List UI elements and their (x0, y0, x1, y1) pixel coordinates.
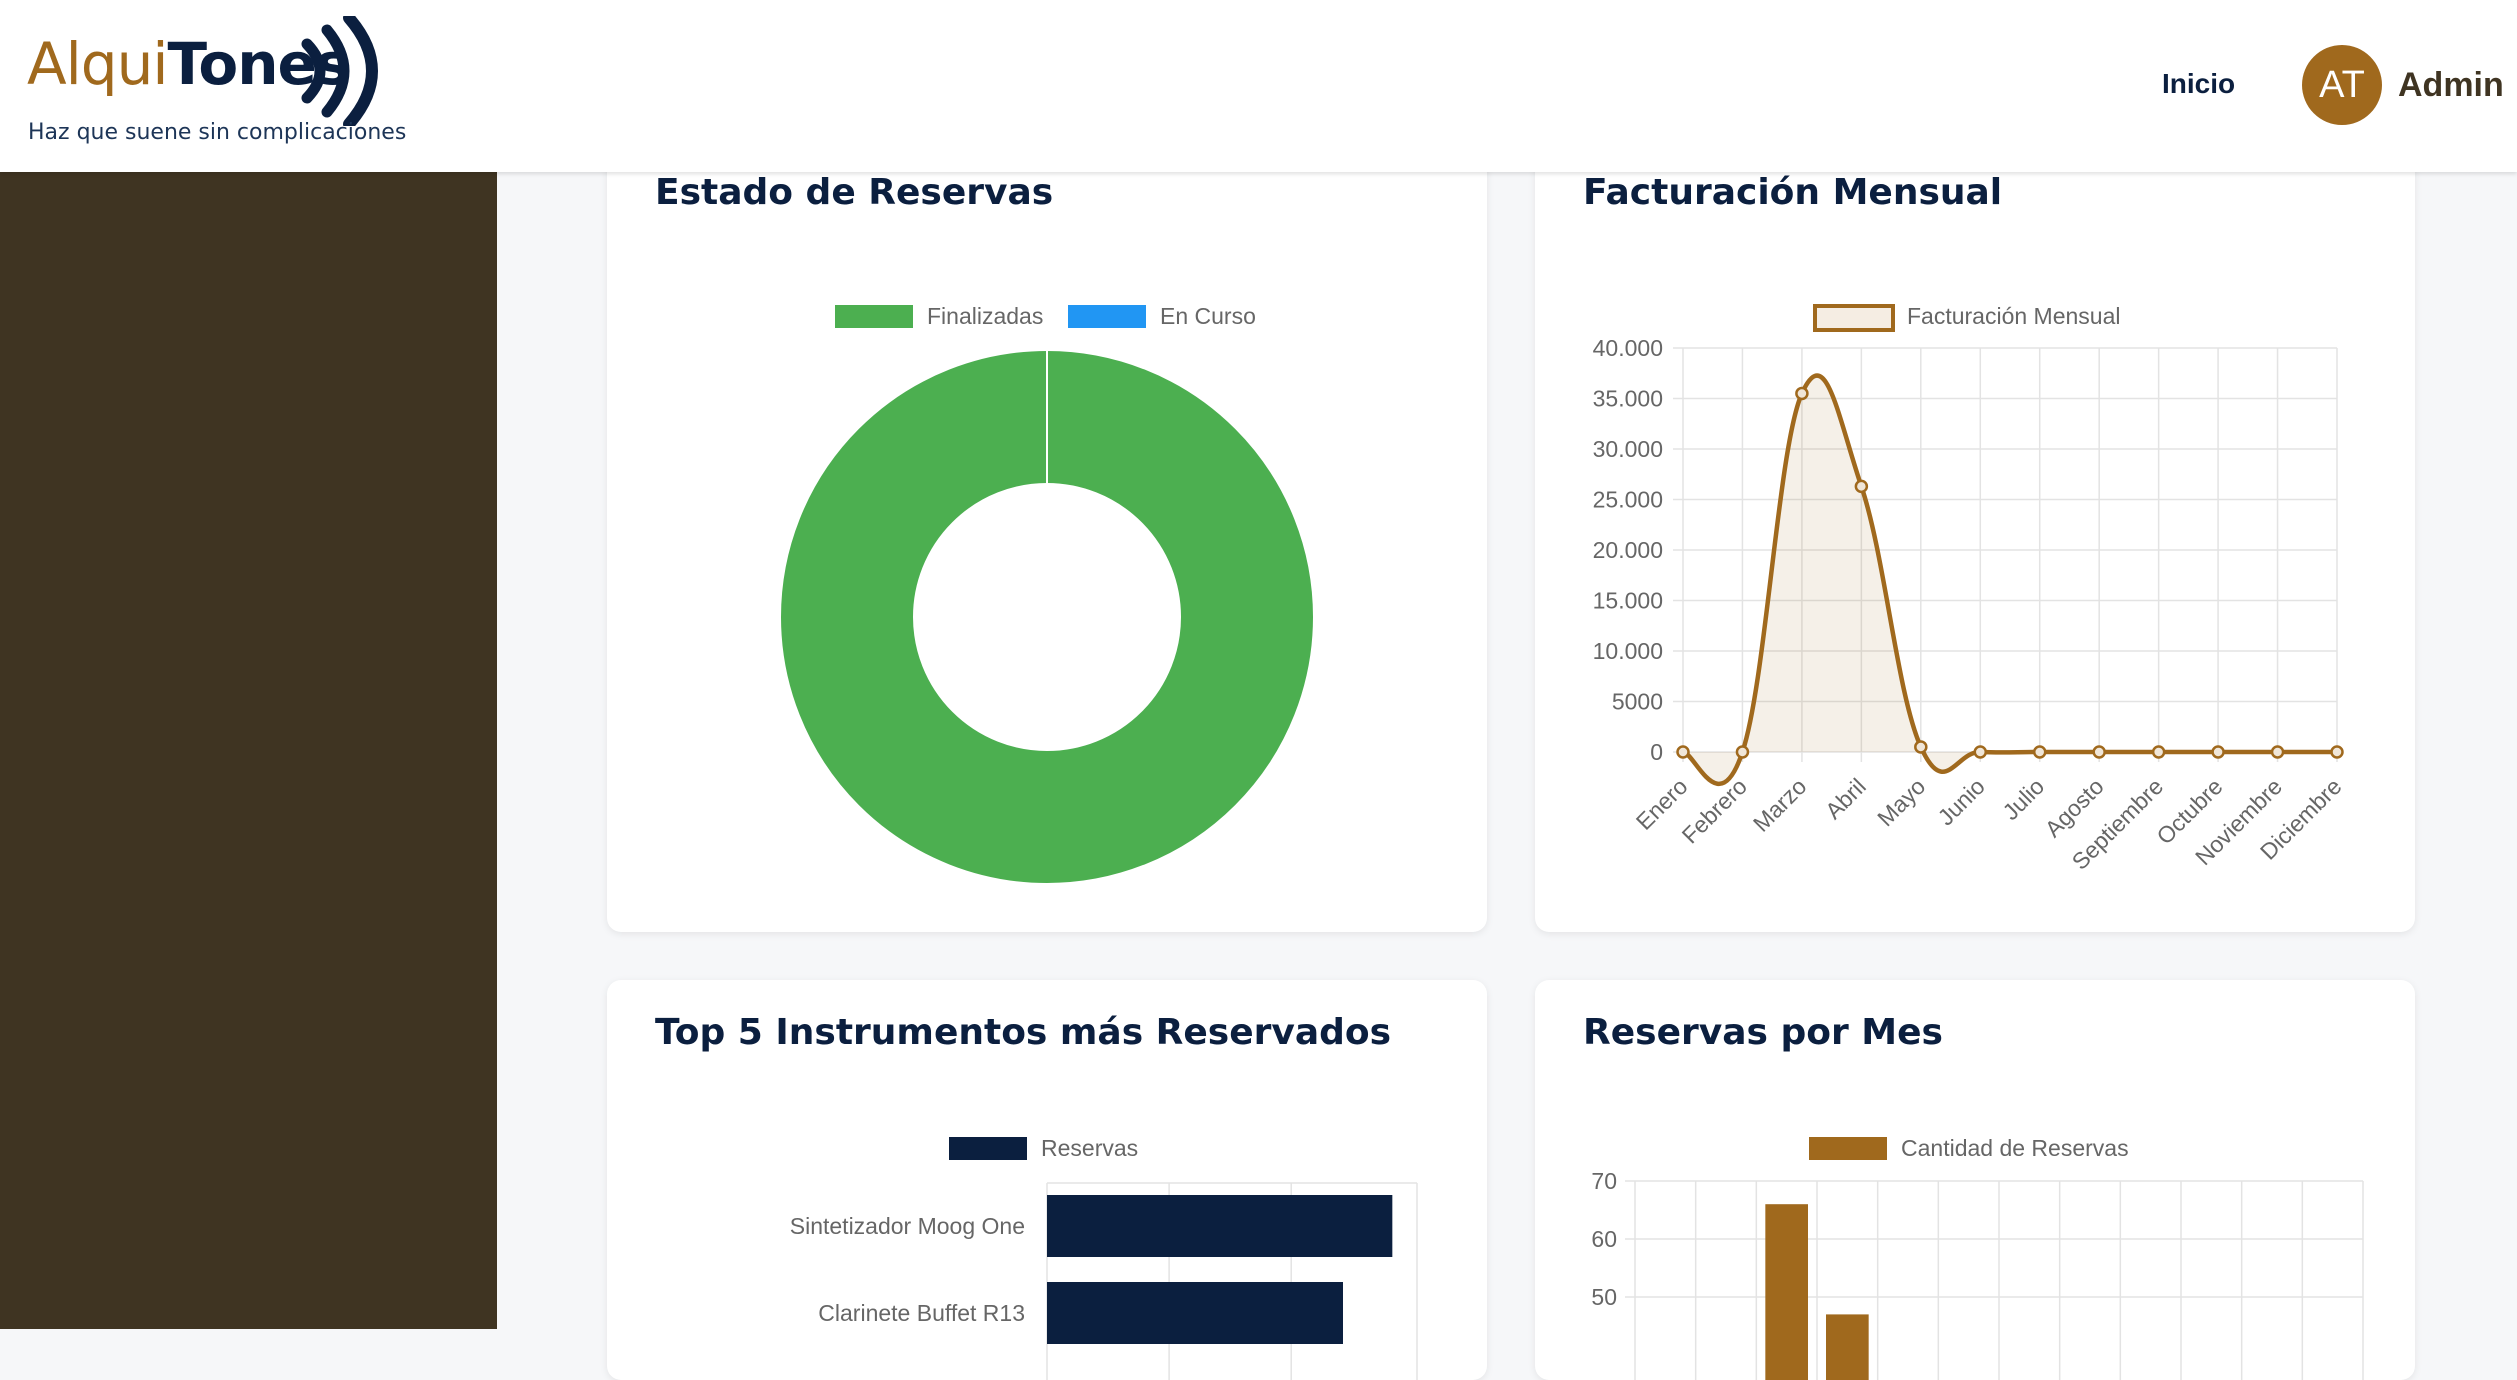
line-point (1676, 745, 1690, 759)
top-header: AlquiTones Haz que suene sin complicacio… (0, 0, 2517, 172)
line-area-fill (1683, 375, 2337, 784)
y-tick-label: 15.000 (1593, 588, 1663, 614)
legend-label-0: Finalizadas (927, 303, 1043, 329)
line-point (2032, 745, 2047, 759)
x-tick-label: Julio (1997, 773, 2049, 825)
facturacion-mensual-card: Facturación Mensual Facturación Mensual 0… (1535, 140, 2415, 932)
alquitones-logo[interactable]: AlquiTones Haz que suene sin complicacio… (27, 16, 407, 156)
top5-instrumentos-card: Top 5 Instrumentos más Reservados Reserv… (607, 980, 1487, 1380)
line-point (1854, 479, 1869, 494)
facturacion-mensual-chart: Facturación Mensual 0 5000 10.000 15.000 20.0… (1593, 303, 2347, 875)
line-point (2092, 745, 2106, 759)
y-tick-label: 30.000 (1593, 436, 1663, 462)
line-point (2270, 745, 2285, 759)
legend-swatch (1809, 1137, 1887, 1160)
legend-label: Cantidad de Reservas (1901, 1135, 2129, 1161)
user-name[interactable]: Admin (2398, 66, 2504, 105)
reservas-por-mes-card: Reservas por Mes Cantidad de Reservas 50 6… (1535, 980, 2415, 1380)
y-tick-label: 50 (1591, 1284, 1617, 1310)
legend-label: Facturación Mensual (1907, 303, 2121, 329)
legend-swatch-1 (1068, 305, 1146, 328)
y-category-label: Sintetizador Moog One (790, 1213, 1025, 1239)
x-tick-label: Mayo (1872, 773, 1930, 831)
line-point (2151, 745, 2166, 759)
bar-3 (1826, 1314, 1869, 1380)
sidebar (0, 172, 497, 1329)
estado-reservas-card: Estado de Reservas Finalizadas En Curso (607, 140, 1487, 932)
legend-label: Reservas (1041, 1135, 1138, 1161)
legend-swatch (1813, 304, 1895, 332)
sound-waves-icon (301, 16, 378, 126)
line-point (1973, 745, 1988, 759)
bar-0 (1047, 1195, 1393, 1257)
line-point (1795, 386, 1809, 401)
line-point (1735, 745, 1750, 759)
reservas-por-mes-chart: Cantidad de Reservas 50 60 70 (1591, 1135, 2364, 1380)
top5-instrumentos-chart: Reservas Sintetizador Moog One Clarinete B… (790, 1135, 1418, 1380)
y-tick-label: 35.000 (1593, 386, 1663, 412)
y-tick-label: 70 (1591, 1168, 1617, 1194)
tagline: Haz que suene sin complicaciones (28, 120, 407, 145)
x-tick-label: Marzo (1748, 773, 1812, 837)
y-tick-label: 40.000 (1593, 335, 1663, 361)
y-tick-label: 5000 (1612, 689, 1663, 715)
line-point (2330, 745, 2344, 759)
line-point (1914, 740, 1928, 754)
y-tick-label: 25.000 (1593, 487, 1663, 513)
legend-swatch (949, 1137, 1027, 1160)
bar-1 (1047, 1282, 1343, 1344)
bar-2 (1765, 1204, 1808, 1380)
y-tick-label: 20.000 (1593, 537, 1663, 563)
x-tick-label: Junio (1933, 773, 1990, 830)
user-avatar[interactable]: AT (2302, 45, 2382, 125)
y-tick-label: 10.000 (1593, 638, 1663, 664)
estado-reservas-chart: Finalizadas En Curso (781, 303, 1313, 883)
line-point (2211, 745, 2225, 759)
y-category-label: Clarinete Buffet R13 (818, 1300, 1025, 1326)
legend-label-1: En Curso (1160, 303, 1256, 329)
legend-swatch-0 (835, 305, 913, 328)
y-tick-label: 0 (1650, 739, 1663, 765)
y-tick-label: 60 (1591, 1226, 1617, 1252)
x-tick-label: Abril (1820, 773, 1871, 824)
nav-inicio-link[interactable]: Inicio (2162, 68, 2235, 100)
